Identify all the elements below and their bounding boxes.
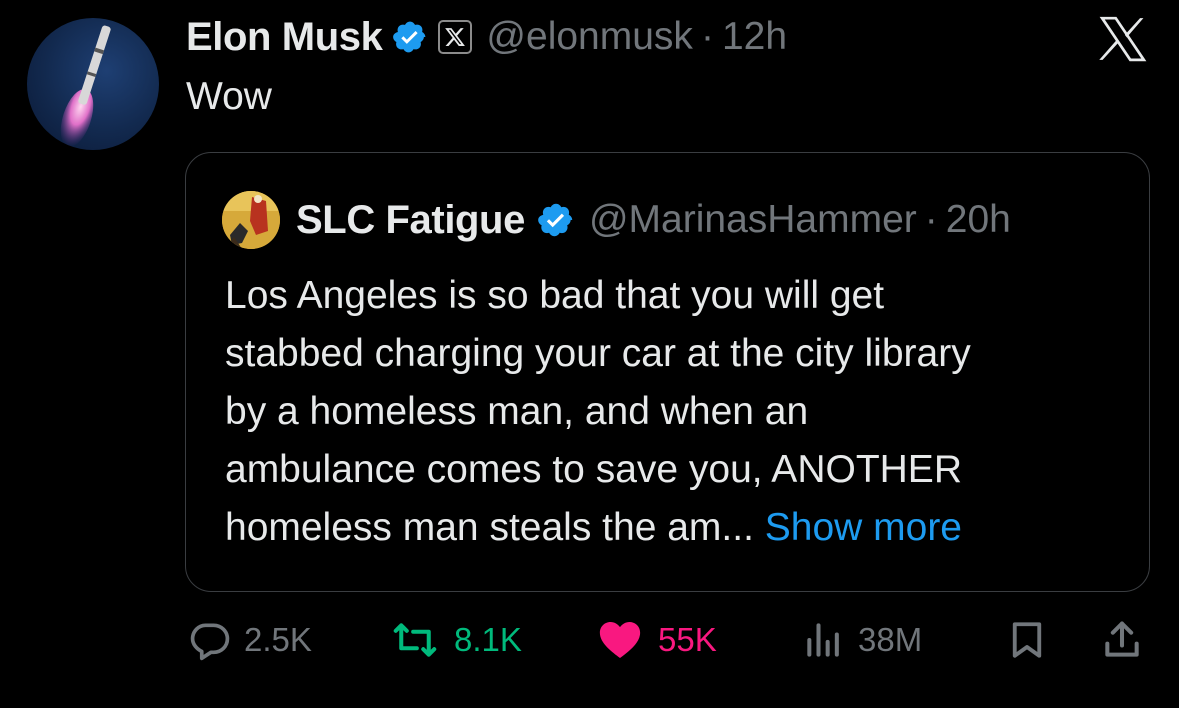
- quoted-author-handle[interactable]: @MarinasHammer: [589, 198, 917, 242]
- repost-icon: [393, 623, 437, 657]
- quoted-text-line: homeless man steals the am... Show more: [225, 499, 1125, 557]
- views-icon: [807, 623, 839, 657]
- quoted-post-time[interactable]: 20h: [946, 198, 1011, 242]
- views-button[interactable]: 38M: [802, 605, 922, 675]
- rocket-avatar-image: [60, 25, 111, 147]
- post-header: Elon Musk @elonmusk · 12h: [186, 12, 787, 62]
- author-name[interactable]: Elon Musk: [186, 15, 383, 60]
- show-more-link[interactable]: Show more: [765, 506, 962, 549]
- share-button[interactable]: [1100, 605, 1144, 675]
- like-count: 55K: [658, 621, 717, 658]
- quoted-text-line: stabbed charging your car at the city li…: [225, 332, 971, 375]
- verified-badge-icon[interactable]: [392, 19, 428, 55]
- quoted-author-name[interactable]: SLC Fatigue: [296, 198, 525, 243]
- quoted-text-line: by a homeless man, and when an: [225, 390, 809, 433]
- quoted-post-card[interactable]: SLC Fatigue @MarinasHammer · 20h Los Ang…: [185, 152, 1150, 592]
- repost-button[interactable]: 8.1K: [388, 605, 522, 675]
- author-avatar[interactable]: [27, 18, 159, 150]
- separator-dot: ·: [700, 15, 714, 58]
- author-handle[interactable]: @elonmusk: [486, 15, 693, 59]
- post-text: Wow: [186, 75, 272, 118]
- quoted-text-line: ambulance comes to save you, ANOTHER: [225, 448, 962, 491]
- quoted-text-line: Los Angeles is so bad that you will get: [225, 274, 885, 317]
- reply-count: 2.5K: [244, 621, 312, 658]
- quoted-author-avatar[interactable]: [222, 191, 280, 249]
- quoted-post-header: SLC Fatigue @MarinasHammer · 20h: [296, 195, 1011, 245]
- separator-dot: ·: [924, 198, 938, 241]
- heart-icon: [599, 621, 641, 659]
- share-icon: [1105, 621, 1139, 657]
- repost-count: 8.1K: [454, 621, 522, 658]
- verified-badge-icon[interactable]: [537, 201, 575, 239]
- bookmark-icon: [1012, 622, 1042, 658]
- x-affiliate-badge-icon[interactable]: [438, 20, 473, 54]
- reply-button[interactable]: 2.5K: [188, 605, 312, 675]
- post-time[interactable]: 12h: [722, 15, 787, 59]
- action-bar: 2.5K 8.1K 55K 38M: [0, 605, 1179, 675]
- quoted-post-text: Los Angeles is so bad that you will get …: [225, 267, 1125, 557]
- like-button[interactable]: 55K: [594, 605, 717, 675]
- views-count: 38M: [858, 621, 923, 658]
- painting-avatar-image: [222, 191, 280, 249]
- bookmark-button[interactable]: [1006, 605, 1048, 675]
- truncated-text: homeless man steals the am...: [225, 506, 754, 549]
- x-logo-icon[interactable]: [1098, 16, 1148, 62]
- reply-icon: [190, 623, 230, 661]
